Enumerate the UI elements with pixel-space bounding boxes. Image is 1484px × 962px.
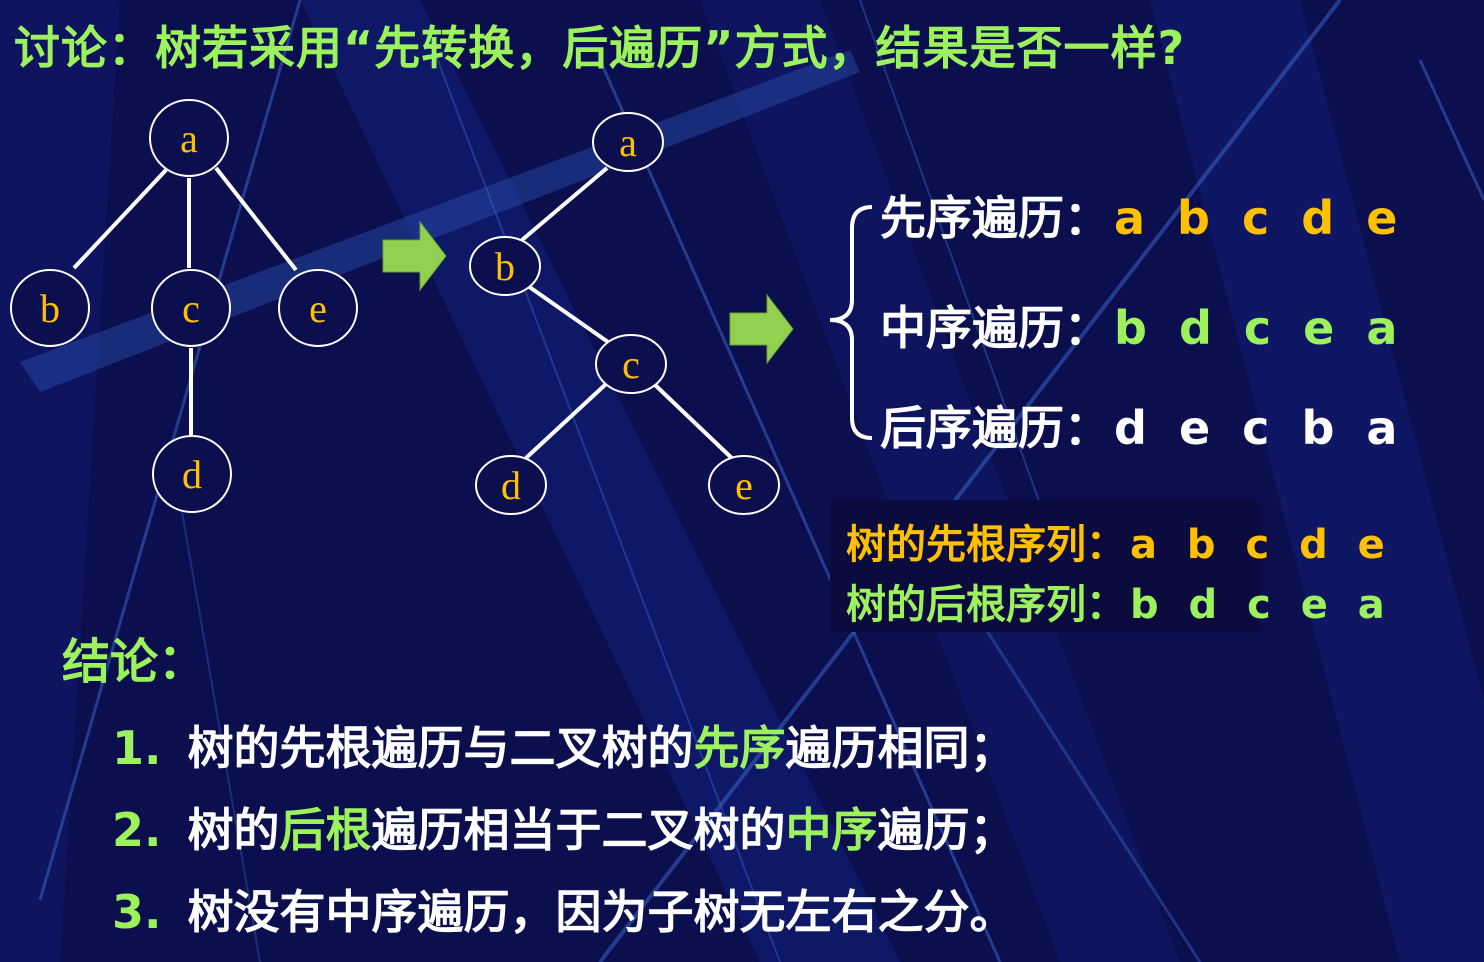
tree-node-e: e (278, 269, 358, 347)
item-highlight: 先序 (693, 721, 786, 775)
svg-text:a: a (180, 116, 198, 161)
tree-node-c: c (151, 269, 231, 347)
arrow-right-icon (382, 220, 447, 292)
binary-tree-edge (520, 166, 609, 242)
postorder-label: 后序遍历： (880, 401, 1110, 455)
preorder-traversal: 先序遍历：a b c d e (880, 182, 1405, 248)
binary-node-e: e (708, 455, 780, 515)
svg-text:a: a (619, 120, 637, 165)
tree-edge (72, 168, 168, 270)
binary-node-c: c (595, 334, 667, 394)
svg-text:e: e (735, 463, 753, 508)
binary-node-b: b (469, 236, 541, 296)
postroot-values: b d c e a (1130, 582, 1393, 628)
conclusion-item-1: 1. 树的先根遍历与二叉树的先序遍历相同； (112, 712, 1015, 778)
svg-text:e: e (309, 286, 327, 331)
arrow-right-icon (729, 293, 794, 365)
svg-text:d: d (182, 452, 202, 497)
postroot-label: 树的后根序列： (846, 582, 1126, 628)
item-number: 3. (112, 885, 162, 939)
item-highlight: 后根 (279, 803, 372, 857)
item-number: 1. (112, 721, 162, 775)
item-text: 树的 (187, 803, 280, 857)
item-text: 遍历相当于二叉树的 (371, 803, 786, 857)
inorder-traversal: 中序遍历：b d c e a (880, 292, 1405, 358)
binary-tree-edge (526, 284, 610, 344)
left-brace-icon (829, 205, 873, 440)
item-text: 遍历； (877, 803, 1016, 857)
binary-node-d: d (475, 455, 547, 515)
conclusion-title: 结论： (62, 634, 207, 690)
preorder-label: 先序遍历： (880, 191, 1110, 245)
conclusion-item-3: 3. 树没有中序遍历，因为子树无左右之分。 (112, 876, 1015, 942)
item-text: 树没有中序遍历，因为子树无左右之分。 (187, 885, 1016, 939)
item-number: 2. (112, 803, 162, 857)
binary-tree-edge (650, 380, 740, 466)
preorder-sequence: a b c d e (1114, 191, 1406, 245)
item-text: 树的先根遍历与二叉树的 (187, 721, 694, 775)
tree-node-d: d (152, 435, 232, 513)
binary-tree-edge (524, 382, 608, 460)
tree-node-b: b (10, 269, 90, 347)
tree-postroot-sequence: 树的后根序列： b d c e a (846, 572, 1393, 630)
svg-text:c: c (182, 286, 200, 331)
inorder-label: 中序遍历： (880, 301, 1110, 355)
binary-node-a: a (592, 112, 664, 172)
postorder-sequence: d e c b a (1114, 401, 1406, 455)
preroot-values: a b c d e (1130, 522, 1393, 568)
svg-text:b: b (40, 286, 60, 331)
item-text: 遍历相同； (785, 721, 1016, 775)
svg-text:b: b (495, 244, 515, 289)
svg-text:c: c (622, 342, 640, 387)
preroot-label: 树的先根序列： (846, 522, 1126, 568)
conclusion-item-2: 2. 树的后根遍历相当于二叉树的中序遍历； (112, 794, 1015, 860)
tree-preroot-sequence: 树的先根序列： a b c d e (846, 512, 1393, 570)
item-highlight: 中序 (785, 803, 878, 857)
postorder-traversal: 后序遍历：d e c b a (880, 392, 1405, 458)
tree-node-a: a (149, 99, 229, 177)
svg-text:d: d (501, 463, 521, 508)
inorder-sequence: b d c e a (1114, 301, 1406, 355)
tree-edge (214, 166, 298, 272)
